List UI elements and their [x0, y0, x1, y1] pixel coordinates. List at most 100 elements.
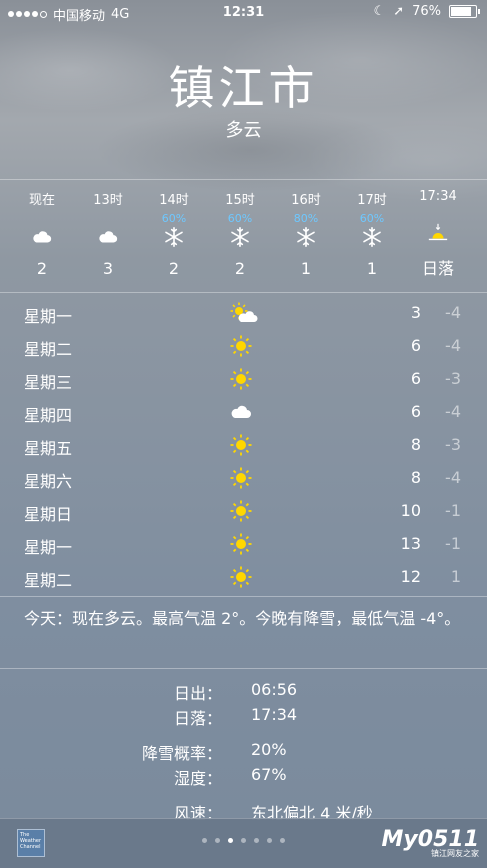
status-bar: 中国移动 4G 12:31 ☾ ➚ 76% — [0, 0, 487, 26]
sun-icon — [229, 466, 259, 492]
low-temp: -3 — [445, 435, 461, 454]
hourly-item: 现在 2 — [10, 180, 74, 278]
divider — [0, 292, 487, 293]
page-dot[interactable] — [280, 838, 285, 843]
battery-icon — [449, 5, 480, 18]
daily-row: 星期二 6 -4 — [0, 330, 487, 363]
hour-label: 17:34 — [419, 189, 457, 204]
hour-temp: 日落 — [421, 259, 454, 278]
today-summary: 今天：现在多云。最高气温 2°。今晚有降雪，最低气温 -4°。 — [24, 609, 461, 628]
precip-chance: 60% — [161, 212, 187, 225]
battery-percent: 76% — [412, 4, 441, 19]
sun-icon — [229, 532, 259, 558]
divider — [0, 596, 487, 597]
snowflake-icon — [340, 226, 404, 250]
high-temp: 12 — [400, 567, 421, 586]
precip-chance: 60% — [359, 212, 385, 225]
daily-row: 星期日 10 -1 — [0, 495, 487, 528]
hour-label: 16时 — [291, 193, 321, 208]
day-name: 星期二 — [24, 571, 73, 590]
hour-temp: 3 — [102, 259, 114, 278]
detail-value: 67% — [251, 765, 287, 784]
daily-row: 星期四 6 -4 — [0, 396, 487, 429]
detail-value: 东北偏北 4 米/秒 — [251, 804, 373, 820]
precip-chance: 60% — [227, 212, 253, 225]
page-dot[interactable] — [228, 838, 233, 843]
detail-value: 06:56 — [251, 680, 298, 699]
detail-value: 20% — [251, 740, 287, 759]
high-temp: 13 — [400, 534, 421, 553]
snowflake-icon — [142, 226, 206, 250]
hour-temp: 2 — [234, 259, 246, 278]
hourly-item: 17时 60% 1 — [340, 180, 404, 278]
low-temp: -1 — [445, 501, 461, 520]
precip-chance — [76, 212, 140, 226]
hourly-item: 17:34 日落 — [406, 180, 470, 279]
hourly-item: 15时 60% 2 — [208, 180, 272, 278]
daily-row: 星期二 12 1 — [0, 561, 487, 594]
sun-icon — [229, 565, 259, 591]
detail-label: 日落： — [173, 709, 222, 728]
detail-value: 17:34 — [251, 705, 298, 724]
details-panel: 日出： 06:56 日落： 17:34 降雪概率： 20% 湿度： 67% 风速： 东北偏北 4 … — [0, 670, 487, 820]
high-temp: 6 — [410, 369, 421, 388]
day-name: 星期四 — [24, 406, 73, 425]
hourly-forecast[interactable]: 现在 2 13时 3 14时 60% 2 15时 60% 2 16时 80% 1 17时 60% 1 17:34… — [0, 180, 487, 292]
day-name: 星期二 — [24, 340, 73, 359]
low-temp: -4 — [445, 468, 461, 487]
low-temp: -3 — [445, 369, 461, 388]
page-dot[interactable] — [254, 838, 259, 843]
high-temp: 6 — [410, 336, 421, 355]
day-name: 星期五 — [24, 439, 73, 458]
hour-label: 15时 — [225, 193, 255, 208]
hour-label: 13时 — [93, 193, 123, 208]
hourly-item: 14时 60% 2 — [142, 180, 206, 278]
low-temp: 1 — [450, 567, 461, 586]
low-temp: -1 — [445, 534, 461, 553]
hour-temp: 2 — [36, 259, 48, 278]
hour-label: 现在 — [28, 193, 55, 208]
page-dot[interactable] — [267, 838, 272, 843]
hour-temp: 1 — [366, 259, 378, 278]
low-temp: -4 — [445, 303, 461, 322]
precip-chance — [406, 208, 470, 222]
precip-chance: 80% — [293, 212, 319, 225]
hour-label: 17时 — [357, 193, 387, 208]
page-dot[interactable] — [215, 838, 220, 843]
daily-row: 星期五 8 -3 — [0, 429, 487, 462]
sunset-icon — [406, 222, 470, 246]
detail-label: 风速： — [173, 804, 222, 820]
snowflake-icon — [274, 226, 338, 250]
daily-row: 星期一 13 -1 — [0, 528, 487, 561]
page-dot[interactable] — [202, 838, 207, 843]
hour-temp: 1 — [300, 259, 312, 278]
detail-label: 降雪概率： — [141, 744, 222, 763]
low-temp: -4 — [445, 336, 461, 355]
hourly-item: 16时 80% 1 — [274, 180, 338, 278]
precip-chance — [10, 212, 74, 226]
bottom-toolbar: The Weather Channel My0511 镇江网友之家 — [0, 818, 487, 868]
cloud-icon — [10, 226, 74, 250]
cloud-icon — [76, 226, 140, 250]
day-name: 星期三 — [24, 373, 73, 392]
daily-row: 星期一 3 -4 — [0, 297, 487, 330]
day-name: 星期日 — [24, 505, 73, 524]
sun-icon — [229, 334, 259, 360]
sun-icon — [229, 499, 259, 525]
watermark: My0511 镇江网友之家 — [382, 827, 479, 859]
high-temp: 8 — [410, 435, 421, 454]
city-name: 镇江市 — [168, 61, 319, 115]
sun-icon — [229, 367, 259, 393]
snowflake-icon — [208, 226, 272, 250]
moon-icon: ☾ — [373, 4, 386, 19]
day-name: 星期一 — [24, 307, 73, 326]
low-temp: -4 — [445, 402, 461, 421]
partly-sunny-icon — [229, 301, 259, 327]
detail-label: 日出： — [173, 684, 222, 703]
day-name: 星期一 — [24, 538, 73, 557]
high-temp: 3 — [410, 303, 421, 322]
weather-channel-logo[interactable]: The Weather Channel — [17, 829, 45, 857]
hour-temp: 2 — [168, 259, 180, 278]
page-dot[interactable] — [241, 838, 246, 843]
cloud-icon — [229, 400, 259, 426]
